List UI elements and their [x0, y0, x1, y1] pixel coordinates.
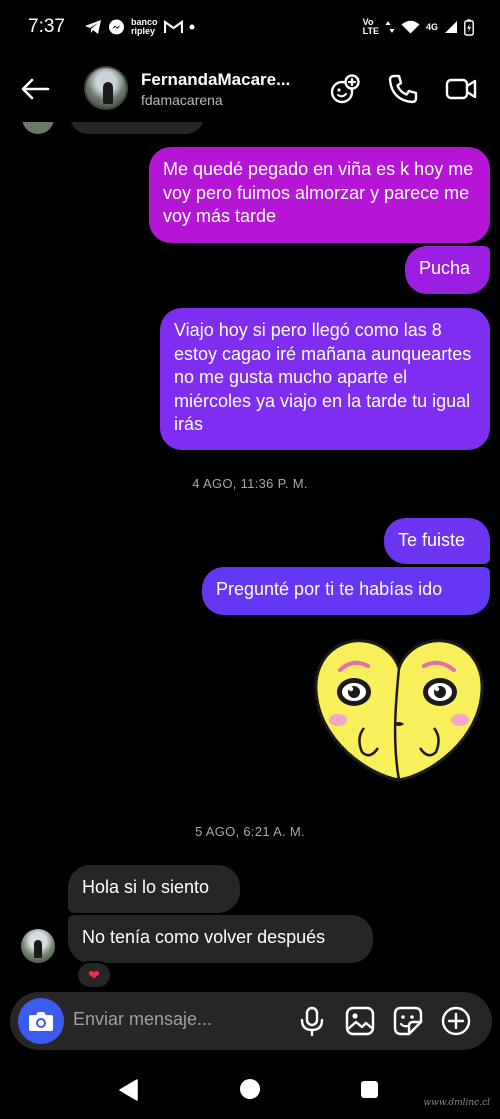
message-bubble-sent[interactable]: Te fuiste [384, 518, 490, 564]
camera-icon [29, 1012, 53, 1031]
message-bubble-received[interactable]: No tenía como volver después [68, 915, 373, 963]
telegram-icon [85, 20, 101, 34]
contact-handle[interactable]: fdamacarena [141, 92, 223, 108]
heart-reaction[interactable]: ❤ [76, 961, 112, 989]
message-bubble-sent[interactable]: Pregunté por ti te habías ido [202, 567, 490, 615]
volte-label-lte: LTE [362, 26, 379, 36]
system-icons: Vo LTE 4G [363, 18, 474, 36]
message-bubble-sent[interactable]: Me quedé pegado en viña es k hoy me voy … [149, 147, 490, 243]
timestamp: 5 AGO, 6:21 A. M. [195, 824, 305, 839]
banco-ripley-icon: banco ripley [131, 18, 158, 36]
watermark: www.dmlinc.cl [423, 1098, 490, 1108]
heart-icon: ❤ [88, 966, 100, 983]
message-input[interactable]: Enviar mensaje... [73, 1009, 212, 1030]
message-composer: Enviar mensaje... [10, 992, 492, 1050]
video-call-icon[interactable] [444, 72, 478, 106]
nav-back-icon[interactable] [118, 1079, 138, 1101]
dot-icon [189, 24, 195, 30]
nav-home-icon[interactable] [240, 1079, 260, 1099]
battery-icon [464, 18, 474, 36]
ripley-label: ripley [131, 26, 156, 36]
wifi-icon [401, 20, 420, 34]
message-bubble-sent[interactable]: Pucha [405, 246, 490, 294]
gallery-icon[interactable] [344, 1005, 376, 1037]
messenger-icon [109, 19, 124, 34]
system-nav-bar: www.dmlinc.cl [0, 1060, 500, 1119]
notification-icons: banco ripley [84, 18, 195, 36]
nav-recents-icon[interactable] [361, 1081, 378, 1098]
status-bar: 7:37 banco ripley Vo LTE 4G [0, 0, 500, 56]
status-time: 7:37 [28, 16, 65, 37]
heart-face-sticker[interactable] [308, 630, 490, 786]
camera-button[interactable] [18, 998, 64, 1044]
sticker-icon[interactable] [392, 1005, 424, 1037]
volte-icon: Vo LTE [363, 18, 379, 36]
chat-header: FernandaMacare... fdamacarena [0, 56, 500, 122]
contact-avatar[interactable] [84, 66, 128, 110]
effects-icon[interactable] [328, 72, 362, 106]
data-arrows-icon [385, 21, 395, 33]
add-icon[interactable] [440, 1005, 472, 1037]
avatar[interactable] [21, 929, 55, 963]
back-arrow-icon[interactable] [18, 72, 52, 106]
network-type: 4G [425, 21, 438, 32]
gmail-icon [163, 20, 183, 33]
phone-icon[interactable] [386, 72, 420, 106]
microphone-icon[interactable] [296, 1005, 328, 1037]
message-bubble-sent[interactable]: Viajo hoy si pero llegó como las 8 estoy… [160, 308, 490, 450]
signal-icon [445, 21, 457, 33]
contact-name[interactable]: FernandaMacare... [141, 70, 290, 90]
timestamp: 4 AGO, 11:36 P. M. [192, 476, 308, 491]
message-bubble-received[interactable]: Hola si lo siento [68, 865, 240, 913]
